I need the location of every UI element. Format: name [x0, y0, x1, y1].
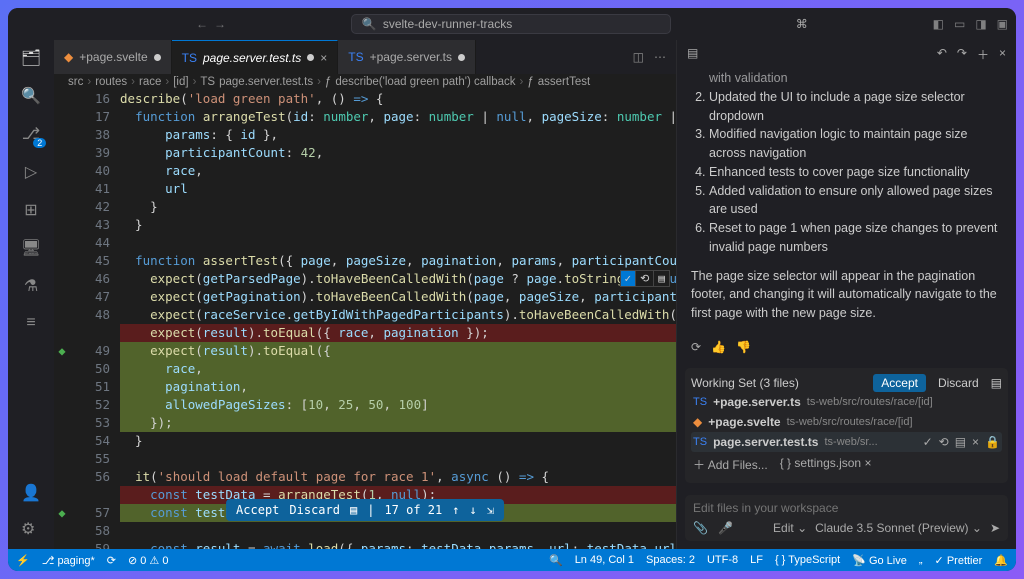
status-search-icon[interactable]: 🔍 [549, 554, 563, 567]
extensions-icon[interactable]: ⊞ [24, 200, 37, 220]
tab-page-svelte[interactable]: ◆+page.svelte [54, 40, 172, 74]
discard-button[interactable]: Discard [289, 503, 340, 517]
search-activity-icon[interactable]: 🔍 [21, 86, 41, 106]
chat-history-icon[interactable]: ▤ [687, 46, 698, 63]
add-files-button[interactable]: ＋ Add Files... [693, 456, 768, 473]
search-icon: 🔍 [362, 17, 377, 31]
problems-indicator[interactable]: ⊘ 0 ⚠ 0 [128, 554, 168, 567]
search-placeholder: svelte-dev-runner-tracks [383, 17, 512, 31]
working-set: Working Set (3 files) Accept Discard ▤ T… [685, 368, 1008, 483]
mic-icon[interactable]: 🎤 [718, 521, 733, 535]
redo-icon[interactable]: ↷ [957, 46, 967, 63]
editor-tabs: ◆+page.svelte TSpage.server.test.ts× TS+… [54, 40, 676, 74]
testing-icon[interactable]: ⚗ [24, 276, 38, 296]
chat-input[interactable] [693, 501, 1000, 515]
code-editor[interactable]: ◆◆ 1617383940414243444546474849505152535… [54, 90, 676, 549]
explorer-icon[interactable]: 🗂 [21, 48, 41, 68]
chat-panel: ▤ ↶ ↷ ＋ × with validation Updated the UI… [676, 40, 1016, 549]
language-indicator[interactable]: { } TypeScript [775, 554, 840, 566]
chat-response: with validation Updated the UI to includ… [677, 69, 1016, 332]
inline-diff-actions: ✓ ⟲ ▤ [620, 270, 670, 287]
notifications-icon[interactable]: 🔔 [994, 554, 1008, 567]
lock-icon: 🔒 [985, 435, 1000, 449]
dirty-dot-icon [458, 54, 465, 61]
ws-file[interactable]: TS+page.server.ts ts-web/src/routes/race… [691, 392, 1002, 412]
close-panel-icon[interactable]: × [999, 46, 1006, 63]
customize-layout-icon[interactable]: ▣ [997, 17, 1008, 31]
ws-discard-button[interactable]: Discard [932, 374, 985, 392]
split-editor-icon[interactable]: ◫ [633, 50, 644, 64]
ws-file[interactable]: ◆+page.svelte ts-web/src/routes/race/[id… [691, 412, 1002, 432]
thumbs-up-icon[interactable]: 👍 [711, 340, 726, 354]
undo-icon[interactable]: ↶ [937, 46, 947, 63]
prettier-indicator[interactable]: ✓ Prettier [935, 554, 983, 567]
ws-more-icon[interactable]: ▤ [991, 376, 1002, 390]
open-diff-icon[interactable]: ⇲ [487, 503, 494, 517]
spaces-indicator[interactable]: Spaces: 2 [646, 554, 695, 566]
layout-panel-right-icon[interactable]: ◨ [975, 17, 986, 31]
attach-icon[interactable]: 📎 [693, 521, 708, 535]
quote-icon[interactable]: „ [919, 554, 923, 566]
nav-fwd-icon[interactable]: → [214, 17, 226, 31]
ws-accept-button[interactable]: Accept [873, 374, 926, 392]
tab-page-server-test[interactable]: TSpage.server.test.ts× [172, 40, 339, 74]
go-live-button[interactable]: 📡 Go Live [852, 554, 907, 567]
model-selector[interactable]: Claude 3.5 Sonnet (Preview) ⌄ [815, 521, 982, 535]
layout-panel-left-icon[interactable]: ◧ [933, 17, 944, 31]
cursor-position[interactable]: Ln 49, Col 1 [575, 554, 634, 566]
tab-page-server[interactable]: TS+page.server.ts [338, 40, 476, 74]
dirty-dot-icon [154, 54, 161, 61]
copilot-icon[interactable]: ⌘ [796, 17, 808, 31]
titlebar: ← → 🔍 svelte-dev-runner-tracks ⌘ ◧ ▭ ◨ ▣ [8, 8, 1016, 40]
next-diff-icon[interactable]: ↓ [469, 503, 476, 517]
ws-diff-icon[interactable]: ▤ [955, 435, 966, 449]
prev-diff-icon[interactable]: ↑ [452, 503, 459, 517]
dirty-dot-icon [307, 54, 314, 61]
layout-panel-bottom-icon[interactable]: ▭ [954, 17, 965, 31]
more-icon[interactable]: ⋯ [654, 50, 666, 64]
settings-json-chip[interactable]: { } settings.json × [780, 456, 872, 473]
breadcrumb[interactable]: src› routes› race› [id]› TS page.server.… [54, 74, 676, 90]
status-bar: ⚡ ⎇ paging* ⟳ ⊘ 0 ⚠ 0 🔍 Ln 49, Col 1 Spa… [8, 549, 1016, 571]
inline-accept-icon[interactable]: ✓ [621, 271, 636, 286]
branch-indicator[interactable]: ⎇ paging* [42, 554, 95, 567]
source-control-icon[interactable]: ⎇2 [22, 124, 40, 144]
run-debug-icon[interactable]: ▷ [25, 162, 37, 182]
eol-indicator[interactable]: LF [750, 554, 763, 566]
ws-undo-icon[interactable]: ⟲ [939, 435, 949, 449]
sync-icon[interactable]: ⟳ [107, 554, 116, 567]
ws-accept-icon[interactable]: ✓ [923, 435, 933, 449]
accept-button[interactable]: Accept [236, 503, 279, 517]
database-icon[interactable]: ≡ [26, 314, 35, 332]
settings-gear-icon[interactable]: ⚙ [21, 519, 41, 539]
ws-close-icon[interactable]: × [972, 435, 979, 449]
inline-show-icon[interactable]: ▤ [653, 271, 669, 286]
nav-back-icon[interactable]: ← [196, 17, 208, 31]
diff-file-icon[interactable]: ▤ [350, 503, 357, 517]
mode-selector[interactable]: Edit ⌄ [773, 521, 807, 535]
inline-discard-icon[interactable]: ⟲ [635, 271, 653, 286]
command-center[interactable]: 🔍 svelte-dev-runner-tracks [351, 14, 671, 34]
account-icon[interactable]: 👤 [21, 483, 41, 503]
retry-icon[interactable]: ⟳ [691, 340, 701, 354]
thumbs-down-icon[interactable]: 👎 [736, 340, 751, 354]
new-chat-icon[interactable]: ＋ [977, 46, 989, 63]
encoding-indicator[interactable]: UTF-8 [707, 554, 738, 566]
working-set-title: Working Set (3 files) [691, 376, 799, 390]
remote-icon[interactable]: 🖥 [21, 238, 41, 258]
chat-input-box: 📎 🎤 Edit ⌄ Claude 3.5 Sonnet (Preview) ⌄… [685, 495, 1008, 541]
activity-bar: 🗂 🔍 ⎇2 ▷ ⊞ 🖥 ⚗ ≡ 👤 ⚙ [8, 40, 54, 549]
diff-counter: 17 of 21 [384, 503, 442, 517]
close-icon[interactable]: × [320, 51, 327, 65]
send-icon[interactable]: ➤ [990, 521, 1000, 535]
remote-indicator[interactable]: ⚡ [16, 554, 30, 567]
ws-file[interactable]: TSpage.server.test.ts ts-web/sr...✓⟲▤×🔒 [691, 432, 1002, 452]
diff-navigation-bar: Accept Discard ▤ | 17 of 21 ↑ ↓ ⇲ [226, 499, 504, 521]
